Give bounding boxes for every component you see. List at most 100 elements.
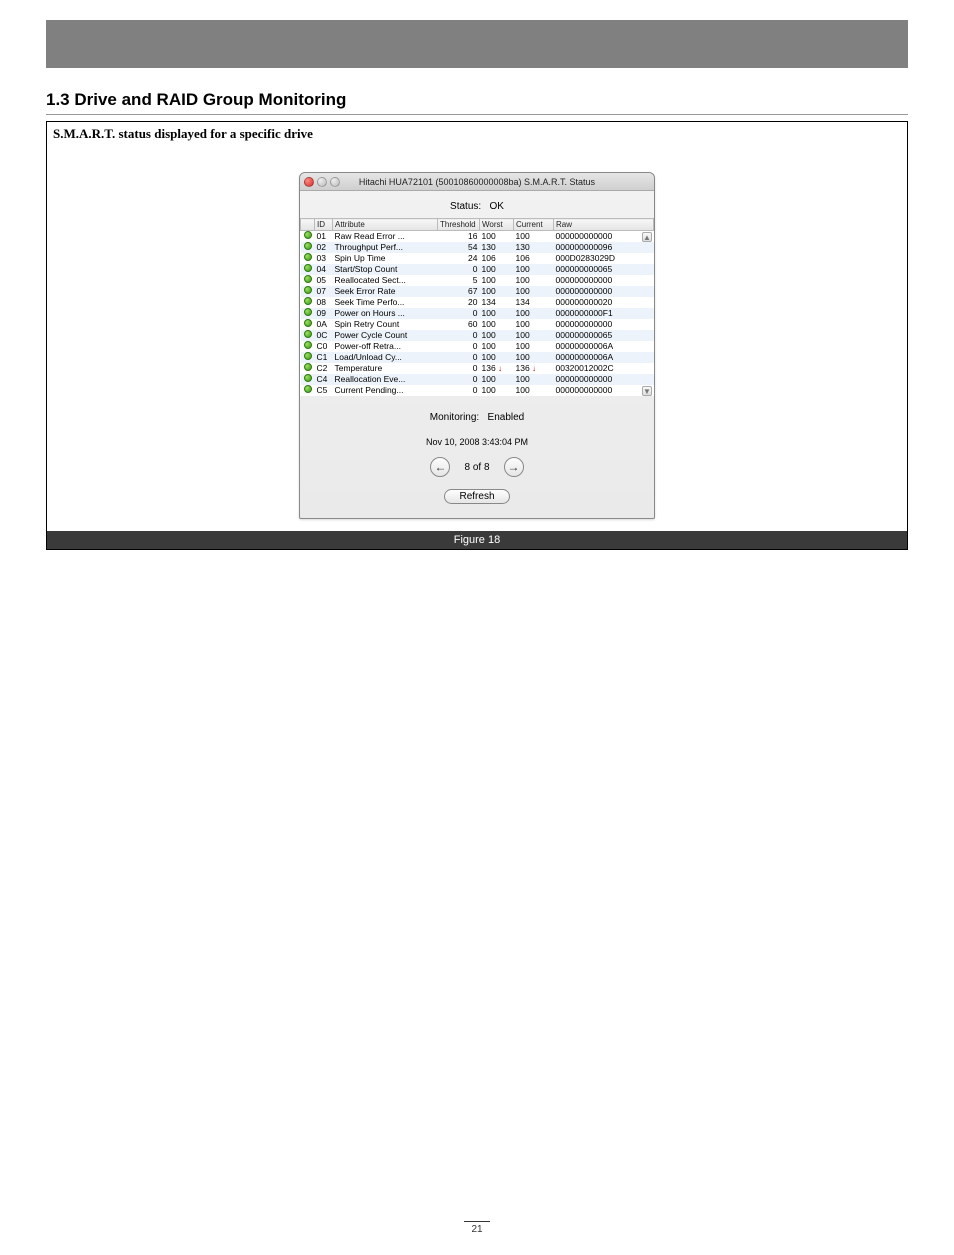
col-header-worst[interactable]: Worst: [480, 219, 514, 231]
status-dot-cell: [301, 242, 315, 253]
cell-threshold: 0: [438, 264, 480, 275]
cell-threshold: 0: [438, 330, 480, 341]
status-ok-icon: [304, 385, 312, 393]
cell-worst: 134: [480, 297, 514, 308]
cell-raw: 000000000096: [554, 242, 654, 253]
cell-id: C5: [315, 385, 333, 396]
arrow-right-icon: →: [508, 460, 520, 474]
cell-worst: 136 ↓: [480, 363, 514, 374]
scroll-down-icon[interactable]: ▼: [642, 386, 652, 396]
smart-table: ID Attribute Threshold Worst Current Raw…: [300, 218, 654, 396]
status-ok-icon: [304, 308, 312, 316]
table-row[interactable]: 09Power on Hours ...01001000000000000F1: [301, 308, 654, 319]
window-titlebar: Hitachi HUA72101 (50010860000008ba) S.M.…: [300, 173, 654, 191]
cell-worst: 100: [480, 341, 514, 352]
status-line: Status: OK: [300, 191, 654, 218]
cell-id: 07: [315, 286, 333, 297]
col-header-threshold[interactable]: Threshold: [438, 219, 480, 231]
cell-current: 134: [514, 297, 554, 308]
cell-attribute: Power-off Retra...: [333, 341, 438, 352]
status-ok-icon: [304, 352, 312, 360]
next-button[interactable]: →: [504, 457, 524, 477]
cell-threshold: 0: [438, 385, 480, 396]
cell-attribute: Start/Stop Count: [333, 264, 438, 275]
status-dot-cell: [301, 286, 315, 297]
table-row[interactable]: 08Seek Time Perfo...20134134000000000020: [301, 297, 654, 308]
status-ok-icon: [304, 297, 312, 305]
cell-threshold: 60: [438, 319, 480, 330]
status-dot-cell: [301, 341, 315, 352]
smart-status-window: Hitachi HUA72101 (50010860000008ba) S.M.…: [299, 172, 655, 519]
table-row[interactable]: 01Raw Read Error ...16100100000000000000: [301, 231, 654, 243]
arrow-down-icon: ↓: [532, 364, 536, 373]
status-dot-cell: [301, 308, 315, 319]
status-dot-cell: [301, 231, 315, 243]
col-header-current[interactable]: Current: [514, 219, 554, 231]
page-number: 21: [0, 1221, 954, 1235]
status-dot-cell: [301, 363, 315, 374]
cell-id: C1: [315, 352, 333, 363]
scroll-up-icon[interactable]: ▲: [642, 232, 652, 242]
status-label: Status:: [450, 201, 481, 212]
cell-id: 02: [315, 242, 333, 253]
cell-raw: 000000000000: [554, 385, 654, 396]
cell-attribute: Power Cycle Count: [333, 330, 438, 341]
refresh-button[interactable]: Refresh: [444, 489, 509, 504]
col-header-id[interactable]: ID: [315, 219, 333, 231]
window-title: Hitachi HUA72101 (50010860000008ba) S.M.…: [300, 177, 654, 187]
cell-worst: 100: [480, 330, 514, 341]
status-dot-cell: [301, 297, 315, 308]
table-row[interactable]: 07Seek Error Rate67100100000000000000: [301, 286, 654, 297]
cell-worst: 100: [480, 264, 514, 275]
table-row[interactable]: C5Current Pending...0100100000000000000: [301, 385, 654, 396]
cell-raw: 0000000000F1: [554, 308, 654, 319]
cell-worst: 100: [480, 319, 514, 330]
section-heading: 1.3 Drive and RAID Group Monitoring: [46, 90, 908, 115]
cell-worst: 100: [480, 231, 514, 243]
status-ok-icon: [304, 231, 312, 239]
prev-button[interactable]: ←: [430, 457, 450, 477]
cell-attribute: Current Pending...: [333, 385, 438, 396]
monitoring-label: Monitoring:: [430, 412, 479, 423]
col-header-attribute[interactable]: Attribute: [333, 219, 438, 231]
status-value: OK: [490, 201, 504, 212]
table-row[interactable]: 03Spin Up Time24106106000D0283029D: [301, 253, 654, 264]
table-row[interactable]: 04Start/Stop Count0100100000000000065: [301, 264, 654, 275]
cell-current: 100: [514, 319, 554, 330]
cell-current: 100: [514, 352, 554, 363]
cell-current: 100: [514, 330, 554, 341]
refresh-row: Refresh: [300, 485, 654, 518]
screenshot-wrap: Hitachi HUA72101 (50010860000008ba) S.M.…: [47, 144, 907, 531]
table-row[interactable]: 02Throughput Perf...54130130000000000096: [301, 242, 654, 253]
table-row[interactable]: 0ASpin Retry Count60100100000000000000: [301, 319, 654, 330]
col-header-raw[interactable]: Raw: [554, 219, 654, 231]
table-row[interactable]: C2Temperature0136 ↓136 ↓00320012002C: [301, 363, 654, 374]
cell-attribute: Spin Retry Count: [333, 319, 438, 330]
status-dot-cell: [301, 275, 315, 286]
table-row[interactable]: C4Reallocation Eve...0100100000000000000: [301, 374, 654, 385]
table-row[interactable]: C1Load/Unload Cy...010010000000000006A: [301, 352, 654, 363]
header-gray-bar: [46, 20, 908, 68]
cell-raw: 000D0283029D: [554, 253, 654, 264]
pager-text: 8 of 8: [464, 462, 489, 473]
monitoring-line: Monitoring: Enabled: [300, 398, 654, 425]
cell-raw: 000000000000: [554, 231, 654, 243]
cell-current: 106: [514, 253, 554, 264]
table-row[interactable]: 05Reallocated Sect...5100100000000000000: [301, 275, 654, 286]
cell-worst: 100: [480, 308, 514, 319]
cell-threshold: 20: [438, 297, 480, 308]
figure-title: S.M.A.R.T. status displayed for a specif…: [47, 122, 907, 144]
status-ok-icon: [304, 374, 312, 382]
cell-attribute: Load/Unload Cy...: [333, 352, 438, 363]
cell-id: 04: [315, 264, 333, 275]
smart-table-wrap: ID Attribute Threshold Worst Current Raw…: [300, 218, 654, 398]
table-row[interactable]: C0Power-off Retra...010010000000000006A: [301, 341, 654, 352]
cell-threshold: 5: [438, 275, 480, 286]
cell-id: C0: [315, 341, 333, 352]
table-row[interactable]: 0CPower Cycle Count0100100000000000065: [301, 330, 654, 341]
cell-current: 100: [514, 264, 554, 275]
cell-attribute: Reallocation Eve...: [333, 374, 438, 385]
cell-worst: 100: [480, 352, 514, 363]
col-header-status[interactable]: [301, 219, 315, 231]
status-dot-cell: [301, 319, 315, 330]
